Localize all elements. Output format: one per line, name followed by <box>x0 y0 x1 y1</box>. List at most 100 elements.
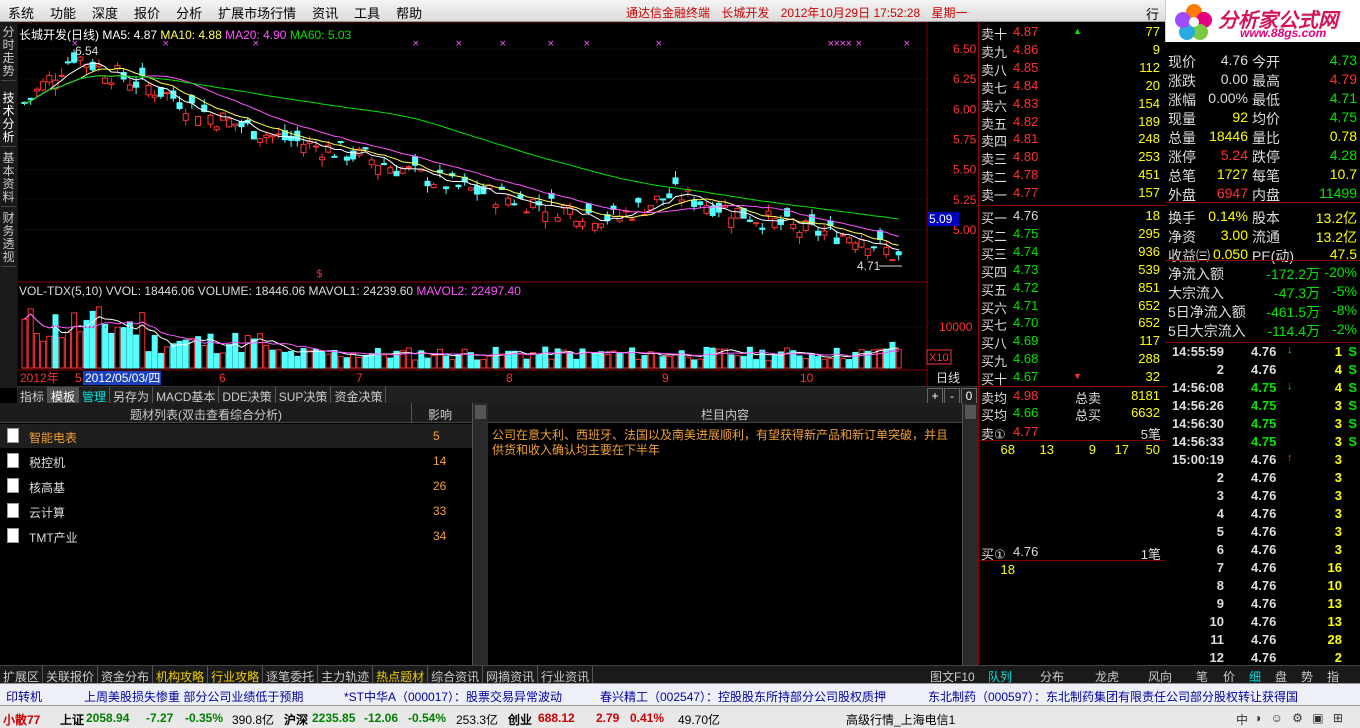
buy-level-9[interactable]: 买九 4.68 288 <box>979 351 1164 369</box>
sell-level-10[interactable]: 卖十 4.87 77 <box>979 24 1164 42</box>
sell-level-8[interactable]: 卖八 4.85 112 <box>979 60 1164 78</box>
volume-bar <box>443 355 450 369</box>
menu-system[interactable]: 系统 <box>0 0 42 22</box>
volume-bar <box>114 326 121 369</box>
volume-bar <box>170 343 177 369</box>
volume-indicator-name: VOL-TDX(5,10) <box>19 284 103 298</box>
menu-analysis[interactable]: 分析 <box>168 0 210 22</box>
sell-level-7[interactable]: 卖七 4.84 20 <box>979 78 1164 96</box>
buy-level-8[interactable]: 买八 4.69 117 <box>979 333 1164 351</box>
candle <box>64 61 71 64</box>
level-volume: 936 <box>1138 243 1160 259</box>
buy-level-5[interactable]: 买五 4.72 851 <box>979 280 1164 298</box>
menu-news[interactable]: 资讯 <box>304 0 346 22</box>
topic-item[interactable]: 智能电表 5 <box>0 424 472 448</box>
buy-level-4[interactable]: 买四 4.73 539 <box>979 262 1164 280</box>
level-label: 买四 <box>981 264 1008 280</box>
content-scrollbar[interactable] <box>962 403 978 665</box>
buy-level-10[interactable]: 买十 4.67 32 <box>979 369 1164 387</box>
sell-level-1[interactable]: 卖一 4.77 157 <box>979 185 1164 203</box>
news-item[interactable]: *ST中华A（000017）：股票交易异常波动 <box>344 688 562 705</box>
kline-chart[interactable]: 6.506.256.005.755.505.255.005.096.544.71… <box>17 22 978 388</box>
scroll-up-icon[interactable] <box>965 405 976 419</box>
sh-index[interactable]: 2058.94 <box>86 711 129 725</box>
buy-level-3[interactable]: 买三 4.74 936 <box>979 244 1164 262</box>
sell-level-6[interactable]: 卖六 4.83 154 <box>979 96 1164 114</box>
tick-row: 14:55:59 4.76 ↓ 1 S <box>1171 344 1357 359</box>
topic-item[interactable]: TMT产业 34 <box>0 524 472 548</box>
zoom-reset-button[interactable]: 0 <box>961 388 977 404</box>
level-label: 卖四 <box>981 134 1008 150</box>
tab-financial[interactable]: 财务透视 <box>1 210 16 267</box>
topic-item[interactable]: 税控机 14 <box>0 449 472 473</box>
topic-impact: 34 <box>433 529 447 543</box>
volume-bar <box>412 359 419 369</box>
menu-trade[interactable]: 行 <box>1146 4 1159 23</box>
stock-stats: 现价 4.76 今开 4.73 涨跌 0.00 最高 4.79 涨幅 0.00% 最低 4.71 现量 9… <box>1165 42 1360 342</box>
news-ticker[interactable]: 印转机 上周美股损失惨重 部分公司业绩低于预期 *ST中华A（000017）：股… <box>0 683 1360 705</box>
zoom-out-button[interactable]: - <box>944 388 960 404</box>
menu-extended-market[interactable]: 扩展市场行情 <box>210 0 304 22</box>
buy-level-1[interactable]: 买一 4.76 18 <box>979 208 1164 226</box>
buy-level-7[interactable]: 买七 4.70 652 <box>979 315 1164 333</box>
event-marker: × <box>903 39 911 49</box>
menu-function[interactable]: 功能 <box>42 0 84 22</box>
tick-row: 14:56:33 4.75 3 S <box>1171 434 1357 449</box>
volume-bar <box>71 312 78 369</box>
topic-item[interactable]: 云计算 33 <box>0 499 472 523</box>
datetime: 2012年10月29日 17:52:28 <box>780 6 921 20</box>
menu-bar: 系统 功能 深度 报价 分析 扩展市场行情 资讯 工具 帮助 通达信金融终端 长城开发 2012… <box>0 0 1360 22</box>
level-label: 卖二 <box>981 170 1008 186</box>
cy-index[interactable]: 688.12 <box>538 711 575 725</box>
server-label: 高级行情_上海电信1 <box>846 713 956 727</box>
level-volume: 539 <box>1138 261 1160 277</box>
sell-level-3[interactable]: 卖三 4.80 253 <box>979 149 1164 167</box>
tray-icons[interactable]: ◑ ☺ ⚙ ▣ ⊞ <box>1254 711 1346 725</box>
sz-index[interactable]: 2235.85 <box>312 711 355 725</box>
menu-depth[interactable]: 深度 <box>84 0 126 22</box>
zoom-in-button[interactable]: + <box>927 388 943 404</box>
topic-header-label[interactable]: 题材列表(双击查看综合分析) <box>130 406 282 423</box>
order-book: 卖十 4.87 77 卖九 4.86 9 卖八 4.85 112 卖七 4.84 20 卖六 4.83 15… <box>978 22 1165 665</box>
candle <box>424 180 431 187</box>
scroll-up-icon[interactable] <box>475 405 486 419</box>
sell-level-9[interactable]: 卖九 4.86 9 <box>979 42 1164 60</box>
news-item[interactable]: 春兴精工（002547）：控股股东所持部分公司股权质押 <box>600 688 886 705</box>
volume-bar <box>337 356 344 369</box>
volume-bar <box>294 355 301 369</box>
sz-amount: 253.3亿 <box>456 713 499 727</box>
topic-scrollbar[interactable] <box>472 403 488 665</box>
stat-row: 总量 18446 量比 0.78 <box>1168 128 1357 146</box>
event-marker: × <box>455 39 463 49</box>
tab-basic-info[interactable]: 基本资料 <box>1 150 16 207</box>
news-item[interactable]: 印转机 <box>6 688 42 705</box>
buy1-detail[interactable]: 买① 4.76 1笔 18 <box>979 544 1165 580</box>
topic-item[interactable]: 核高基 26 <box>0 474 472 498</box>
ime-icon[interactable]: 中 <box>1236 711 1248 728</box>
month-tick-label: 6 <box>219 371 226 385</box>
buy-level-2[interactable]: 买二 4.75 295 <box>979 226 1164 244</box>
level-price: 4.67 <box>1013 369 1039 385</box>
impact-header-label[interactable]: 影响 <box>428 406 452 423</box>
level-volume: 20 <box>1145 77 1160 93</box>
tick-list[interactable]: 14:55:59 4.76 ↓ 1 S 2 4.76 4 S 14:56:08 4.75 ↓ 4 S 14:… <box>1165 342 1360 665</box>
volume-bar <box>585 351 592 369</box>
tab-intraday[interactable]: 分时走势 <box>1 24 16 81</box>
kline-chart-panel[interactable]: 6.50 6.25 6.00 5.75 5.50 5.25 5.00 5.09 6.54 4.71… <box>17 22 978 388</box>
menu-tools[interactable]: 工具 <box>346 0 388 22</box>
volume-bar <box>653 352 660 369</box>
sell1-detail[interactable]: 卖① 4.77 5笔 68 13 9 17 50 <box>979 424 1165 460</box>
topic-name: 税控机 <box>29 456 66 470</box>
menu-quote[interactable]: 报价 <box>126 0 168 22</box>
sell-level-4[interactable]: 卖四 4.81 248 <box>979 131 1164 149</box>
news-item[interactable]: 东北制药（000597）：东北制药集团有限责任公司部分股权转让获得国 <box>928 688 1298 705</box>
news-item[interactable]: 上周美股损失惨重 部分公司业绩低于预期 <box>84 688 303 705</box>
tab-technical[interactable]: 技术分析 <box>1 90 16 147</box>
buy-level-6[interactable]: 买六 4.71 652 <box>979 298 1164 316</box>
sell-level-2[interactable]: 卖二 4.78 451 <box>979 167 1164 185</box>
sell-level-5[interactable]: 卖五 4.82 189 <box>979 114 1164 132</box>
ma20-label: MA20: 4.90 <box>225 28 287 42</box>
content-header: 栏目内容 <box>488 403 962 423</box>
candle <box>796 231 803 238</box>
menu-help[interactable]: 帮助 <box>388 0 430 22</box>
